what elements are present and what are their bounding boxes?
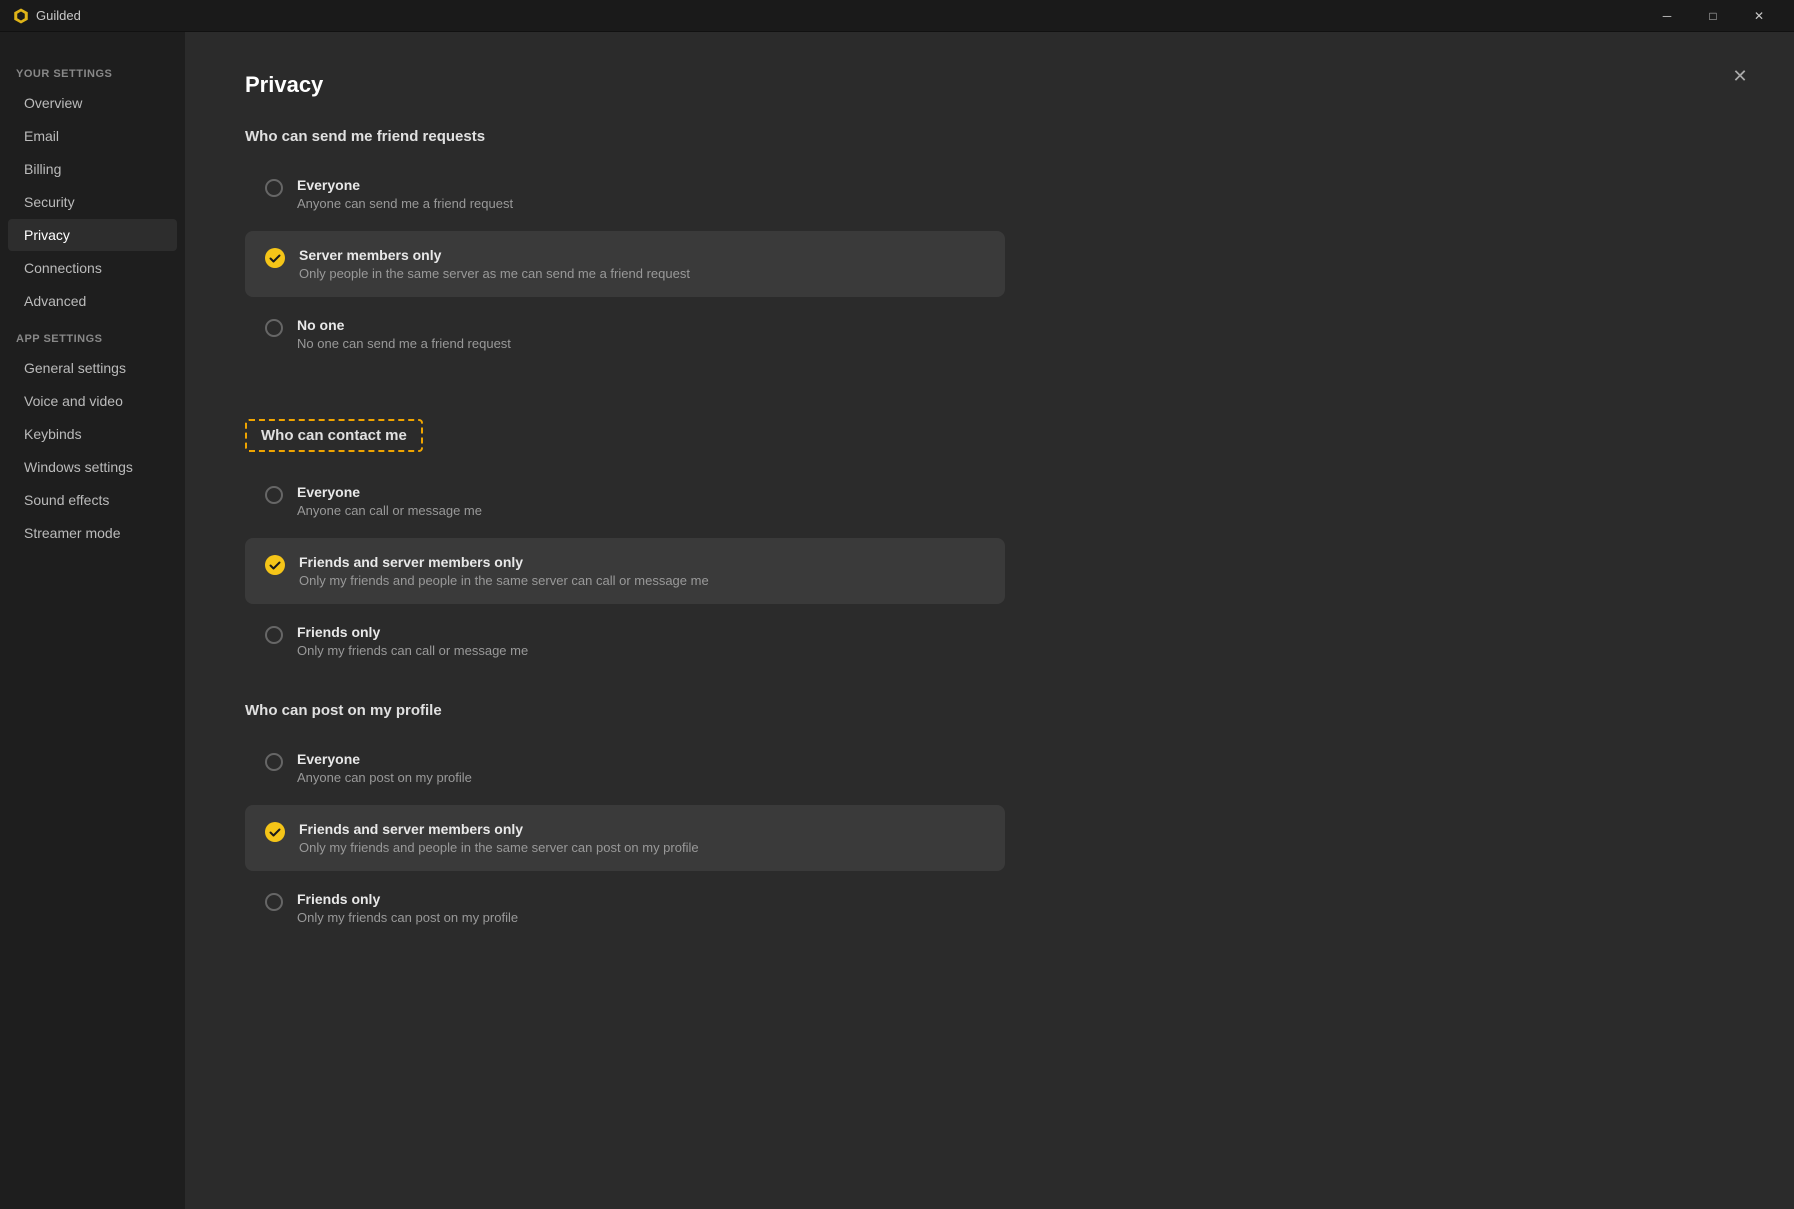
option-fr-server-members[interactable]: Server members only Only people in the s… — [245, 231, 1005, 297]
option-text-pp-friends-only: Friends only Only my friends can post on… — [297, 891, 518, 925]
minimize-button[interactable]: ─ — [1644, 0, 1690, 32]
radio-pp-everyone — [265, 753, 283, 771]
your-settings-label: Your settings — [0, 60, 185, 86]
radio-fr-no-one — [265, 319, 283, 337]
radio-cm-friends-only — [265, 626, 283, 644]
check-icon-cm-friends-server — [265, 555, 285, 575]
sidebar-item-windows-settings[interactable]: Windows settings — [8, 451, 177, 483]
sidebar-item-security[interactable]: Security — [8, 186, 177, 218]
check-icon-fr-server-members — [265, 248, 285, 268]
option-cm-everyone[interactable]: Everyone Anyone can call or message me — [245, 468, 1005, 534]
guilded-icon — [12, 7, 30, 25]
sidebar-item-streamer-mode[interactable]: Streamer mode — [8, 517, 177, 549]
app-logo: Guilded — [12, 7, 81, 25]
app-layout: Your settings Overview Email Billing Sec… — [0, 32, 1794, 1209]
sidebar-item-advanced[interactable]: Advanced — [8, 285, 177, 317]
section-header-contact-me: Who can contact me — [245, 419, 423, 452]
sidebar-item-voice-and-video[interactable]: Voice and video — [8, 385, 177, 417]
maximize-button[interactable]: □ — [1690, 0, 1736, 32]
sidebar: Your settings Overview Email Billing Sec… — [0, 32, 185, 1209]
sidebar-item-keybinds[interactable]: Keybinds — [8, 418, 177, 450]
radio-cm-everyone — [265, 486, 283, 504]
radio-fr-everyone — [265, 179, 283, 197]
option-cm-friends-server[interactable]: Friends and server members only Only my … — [245, 538, 1005, 604]
section-contact-me: Who can contact me Everyone Anyone can c… — [245, 395, 1734, 674]
option-fr-everyone[interactable]: Everyone Anyone can send me a friend req… — [245, 161, 1005, 227]
option-text-cm-everyone: Everyone Anyone can call or message me — [297, 484, 482, 518]
close-settings-button[interactable]: ✕ — [1726, 62, 1754, 90]
section-header-friend-requests: Who can send me friend requests — [245, 128, 1734, 145]
option-cm-friends-only[interactable]: Friends only Only my friends can call or… — [245, 608, 1005, 674]
option-text-cm-friends-only: Friends only Only my friends can call or… — [297, 624, 528, 658]
sidebar-item-billing[interactable]: Billing — [8, 153, 177, 185]
option-text-cm-friends-server: Friends and server members only Only my … — [299, 554, 709, 588]
option-text-fr-server-members: Server members only Only people in the s… — [299, 247, 690, 281]
option-text-fr-no-one: No one No one can send me a friend reque… — [297, 317, 511, 351]
option-fr-no-one[interactable]: No one No one can send me a friend reque… — [245, 301, 1005, 367]
titlebar: Guilded ─ □ ✕ — [0, 0, 1794, 32]
option-pp-friends-only[interactable]: Friends only Only my friends can post on… — [245, 875, 1005, 941]
content-header: Privacy — [245, 72, 1734, 98]
window-controls: ─ □ ✕ — [1644, 0, 1782, 32]
sidebar-item-general-settings[interactable]: General settings — [8, 352, 177, 384]
sidebar-item-email[interactable]: Email — [8, 120, 177, 152]
radio-pp-friends-only — [265, 893, 283, 911]
check-icon-pp-friends-server — [265, 822, 285, 842]
section-friend-requests: Who can send me friend requests Everyone… — [245, 128, 1734, 367]
option-pp-everyone[interactable]: Everyone Anyone can post on my profile — [245, 735, 1005, 801]
page-title: Privacy — [245, 72, 323, 98]
section-header-post-profile: Who can post on my profile — [245, 702, 1734, 719]
sidebar-item-privacy[interactable]: Privacy — [8, 219, 177, 251]
app-name: Guilded — [36, 8, 81, 23]
section-post-profile: Who can post on my profile Everyone Anyo… — [245, 702, 1734, 941]
option-pp-friends-server[interactable]: Friends and server members only Only my … — [245, 805, 1005, 871]
close-window-button[interactable]: ✕ — [1736, 0, 1782, 32]
sidebar-item-sound-effects[interactable]: Sound effects — [8, 484, 177, 516]
option-text-pp-friends-server: Friends and server members only Only my … — [299, 821, 699, 855]
sidebar-item-connections[interactable]: Connections — [8, 252, 177, 284]
option-text-fr-everyone: Everyone Anyone can send me a friend req… — [297, 177, 513, 211]
sidebar-item-overview[interactable]: Overview — [8, 87, 177, 119]
app-settings-label: App settings — [0, 325, 185, 351]
content-area: Privacy ✕ Who can send me friend request… — [185, 32, 1794, 1209]
option-text-pp-everyone: Everyone Anyone can post on my profile — [297, 751, 472, 785]
